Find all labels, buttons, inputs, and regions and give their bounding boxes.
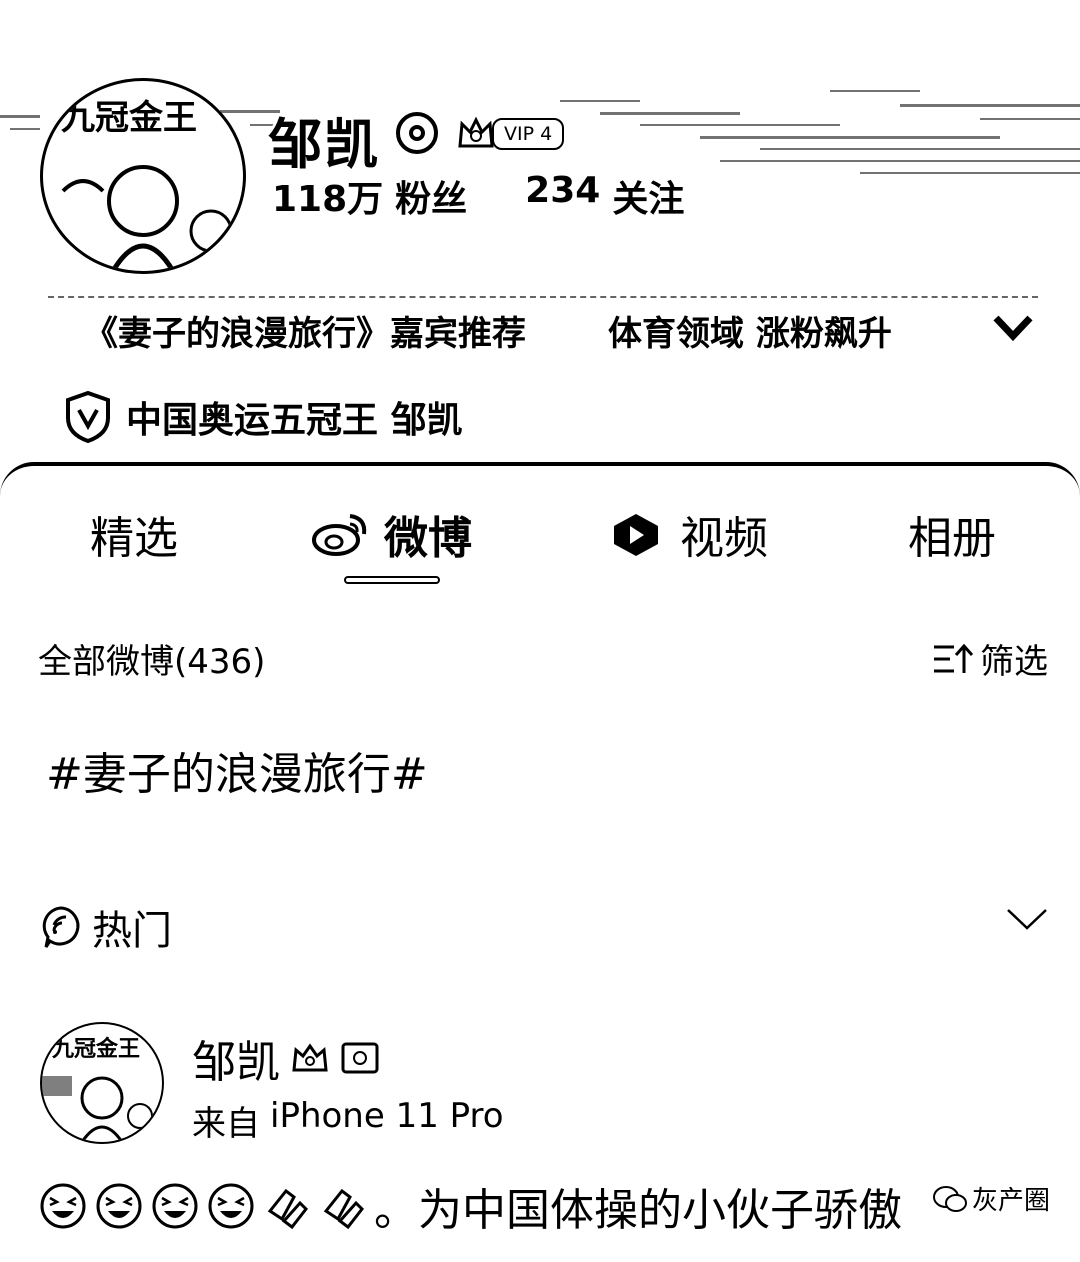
divider xyxy=(48,296,1038,298)
weibo-logo-icon xyxy=(312,514,367,556)
profile-header: 九冠金王 邹凯 VIP 4 118万 粉丝 234 关注 《妻子的浪漫旅行》嘉宾… xyxy=(0,0,1080,470)
profile-stats: 118万 粉丝 234 关注 xyxy=(272,170,684,222)
hot-label-row: 热门 xyxy=(40,898,172,956)
post-source: 来自 iPhone 11 Pro xyxy=(192,1096,504,1145)
avatar-caption: 九冠金王 xyxy=(51,1036,140,1062)
watermark-text: 灰产圈 xyxy=(972,1186,1051,1216)
followers-count: 118万 xyxy=(272,179,384,220)
video-play-icon xyxy=(614,514,658,556)
certification-text: 中国奥运五冠王 邹凯 xyxy=(126,400,463,441)
followers-stat[interactable]: 118万 粉丝 xyxy=(272,170,467,222)
laughing-crying-face-icon xyxy=(96,1183,142,1229)
hot-label: 热门 xyxy=(92,908,172,954)
tag-recommend[interactable]: 《妻子的浪漫旅行》嘉宾推荐 xyxy=(84,306,526,355)
tab-weibo[interactable]: 微博 xyxy=(310,504,472,564)
following-count: 234 xyxy=(525,170,601,211)
source-device[interactable]: iPhone 11 Pro xyxy=(270,1096,504,1145)
all-posts-count[interactable]: 全部微博(436) xyxy=(38,634,265,683)
profile-tags: 《妻子的浪漫旅行》嘉宾推荐 体育领域 涨粉飙升 xyxy=(84,306,892,355)
vip-crown-icon xyxy=(292,1043,328,1072)
post-author-row: 邹凯 xyxy=(192,1026,380,1090)
tag-rising[interactable]: 体育领域 涨粉飙升 xyxy=(608,306,892,355)
avatar-caption: 九冠金王 xyxy=(61,98,197,138)
filter-button[interactable]: 筛选 xyxy=(932,634,1048,683)
active-tab-indicator xyxy=(344,576,440,584)
tab-label: 微博 xyxy=(384,513,472,564)
tab-album[interactable]: 相册 xyxy=(908,504,996,564)
tab-featured[interactable]: 精选 xyxy=(90,504,178,564)
content-card: 精选 微博 视频 相册 全部微博(436) 筛选 #妻子的浪漫旅行# 热门 九冠… xyxy=(0,462,1080,1262)
chevron-down-icon[interactable] xyxy=(1004,904,1050,934)
post-author-name[interactable]: 邹凯 xyxy=(192,1026,280,1090)
filter-sort-icon xyxy=(934,643,974,673)
verified-icon[interactable] xyxy=(396,112,438,154)
filter-label: 筛选 xyxy=(980,642,1048,682)
laughing-crying-face-icon xyxy=(40,1183,86,1229)
crown-icon xyxy=(458,116,494,148)
profile-avatar[interactable]: 九冠金王 xyxy=(40,78,246,274)
vip-level: VIP 4 xyxy=(492,118,565,150)
laughing-crying-face-icon xyxy=(152,1183,198,1229)
tab-label: 精选 xyxy=(90,513,178,564)
following-label: 关注 xyxy=(612,179,685,220)
certification: 中国奥运五冠王 邹凯 xyxy=(64,390,463,444)
profile-name: 邹凯 xyxy=(268,113,380,176)
vip-badge[interactable]: VIP 4 xyxy=(456,116,565,152)
tab-label: 相册 xyxy=(908,513,996,564)
followers-label: 粉丝 xyxy=(395,179,468,220)
shield-v-icon xyxy=(66,390,110,444)
clapping-hands-icon xyxy=(323,1188,364,1230)
source-prefix: 来自 xyxy=(192,1104,260,1144)
tab-video[interactable]: 视频 xyxy=(606,504,768,564)
post-avatar[interactable]: 九冠金王 xyxy=(40,1022,164,1144)
watermark: 灰产圈 xyxy=(932,1180,1051,1217)
wechat-icon xyxy=(933,1185,967,1212)
following-stat[interactable]: 234 关注 xyxy=(525,170,684,222)
tab-label: 视频 xyxy=(680,513,768,564)
topic-hashtag[interactable]: #妻子的浪漫旅行# xyxy=(46,738,428,802)
hot-chat-icon xyxy=(42,906,80,948)
laughing-crying-face-icon xyxy=(208,1183,254,1229)
clapping-hands-icon xyxy=(267,1188,308,1230)
profile-tabs: 精选 微博 视频 相册 xyxy=(0,504,1080,564)
chevron-down-icon[interactable] xyxy=(990,308,1036,348)
post-content: 。为中国体操的小伙子骄傲 xyxy=(38,1174,902,1238)
post-text: 。为中国体操的小伙子骄傲 xyxy=(374,1185,902,1236)
member-card-icon xyxy=(341,1042,379,1074)
